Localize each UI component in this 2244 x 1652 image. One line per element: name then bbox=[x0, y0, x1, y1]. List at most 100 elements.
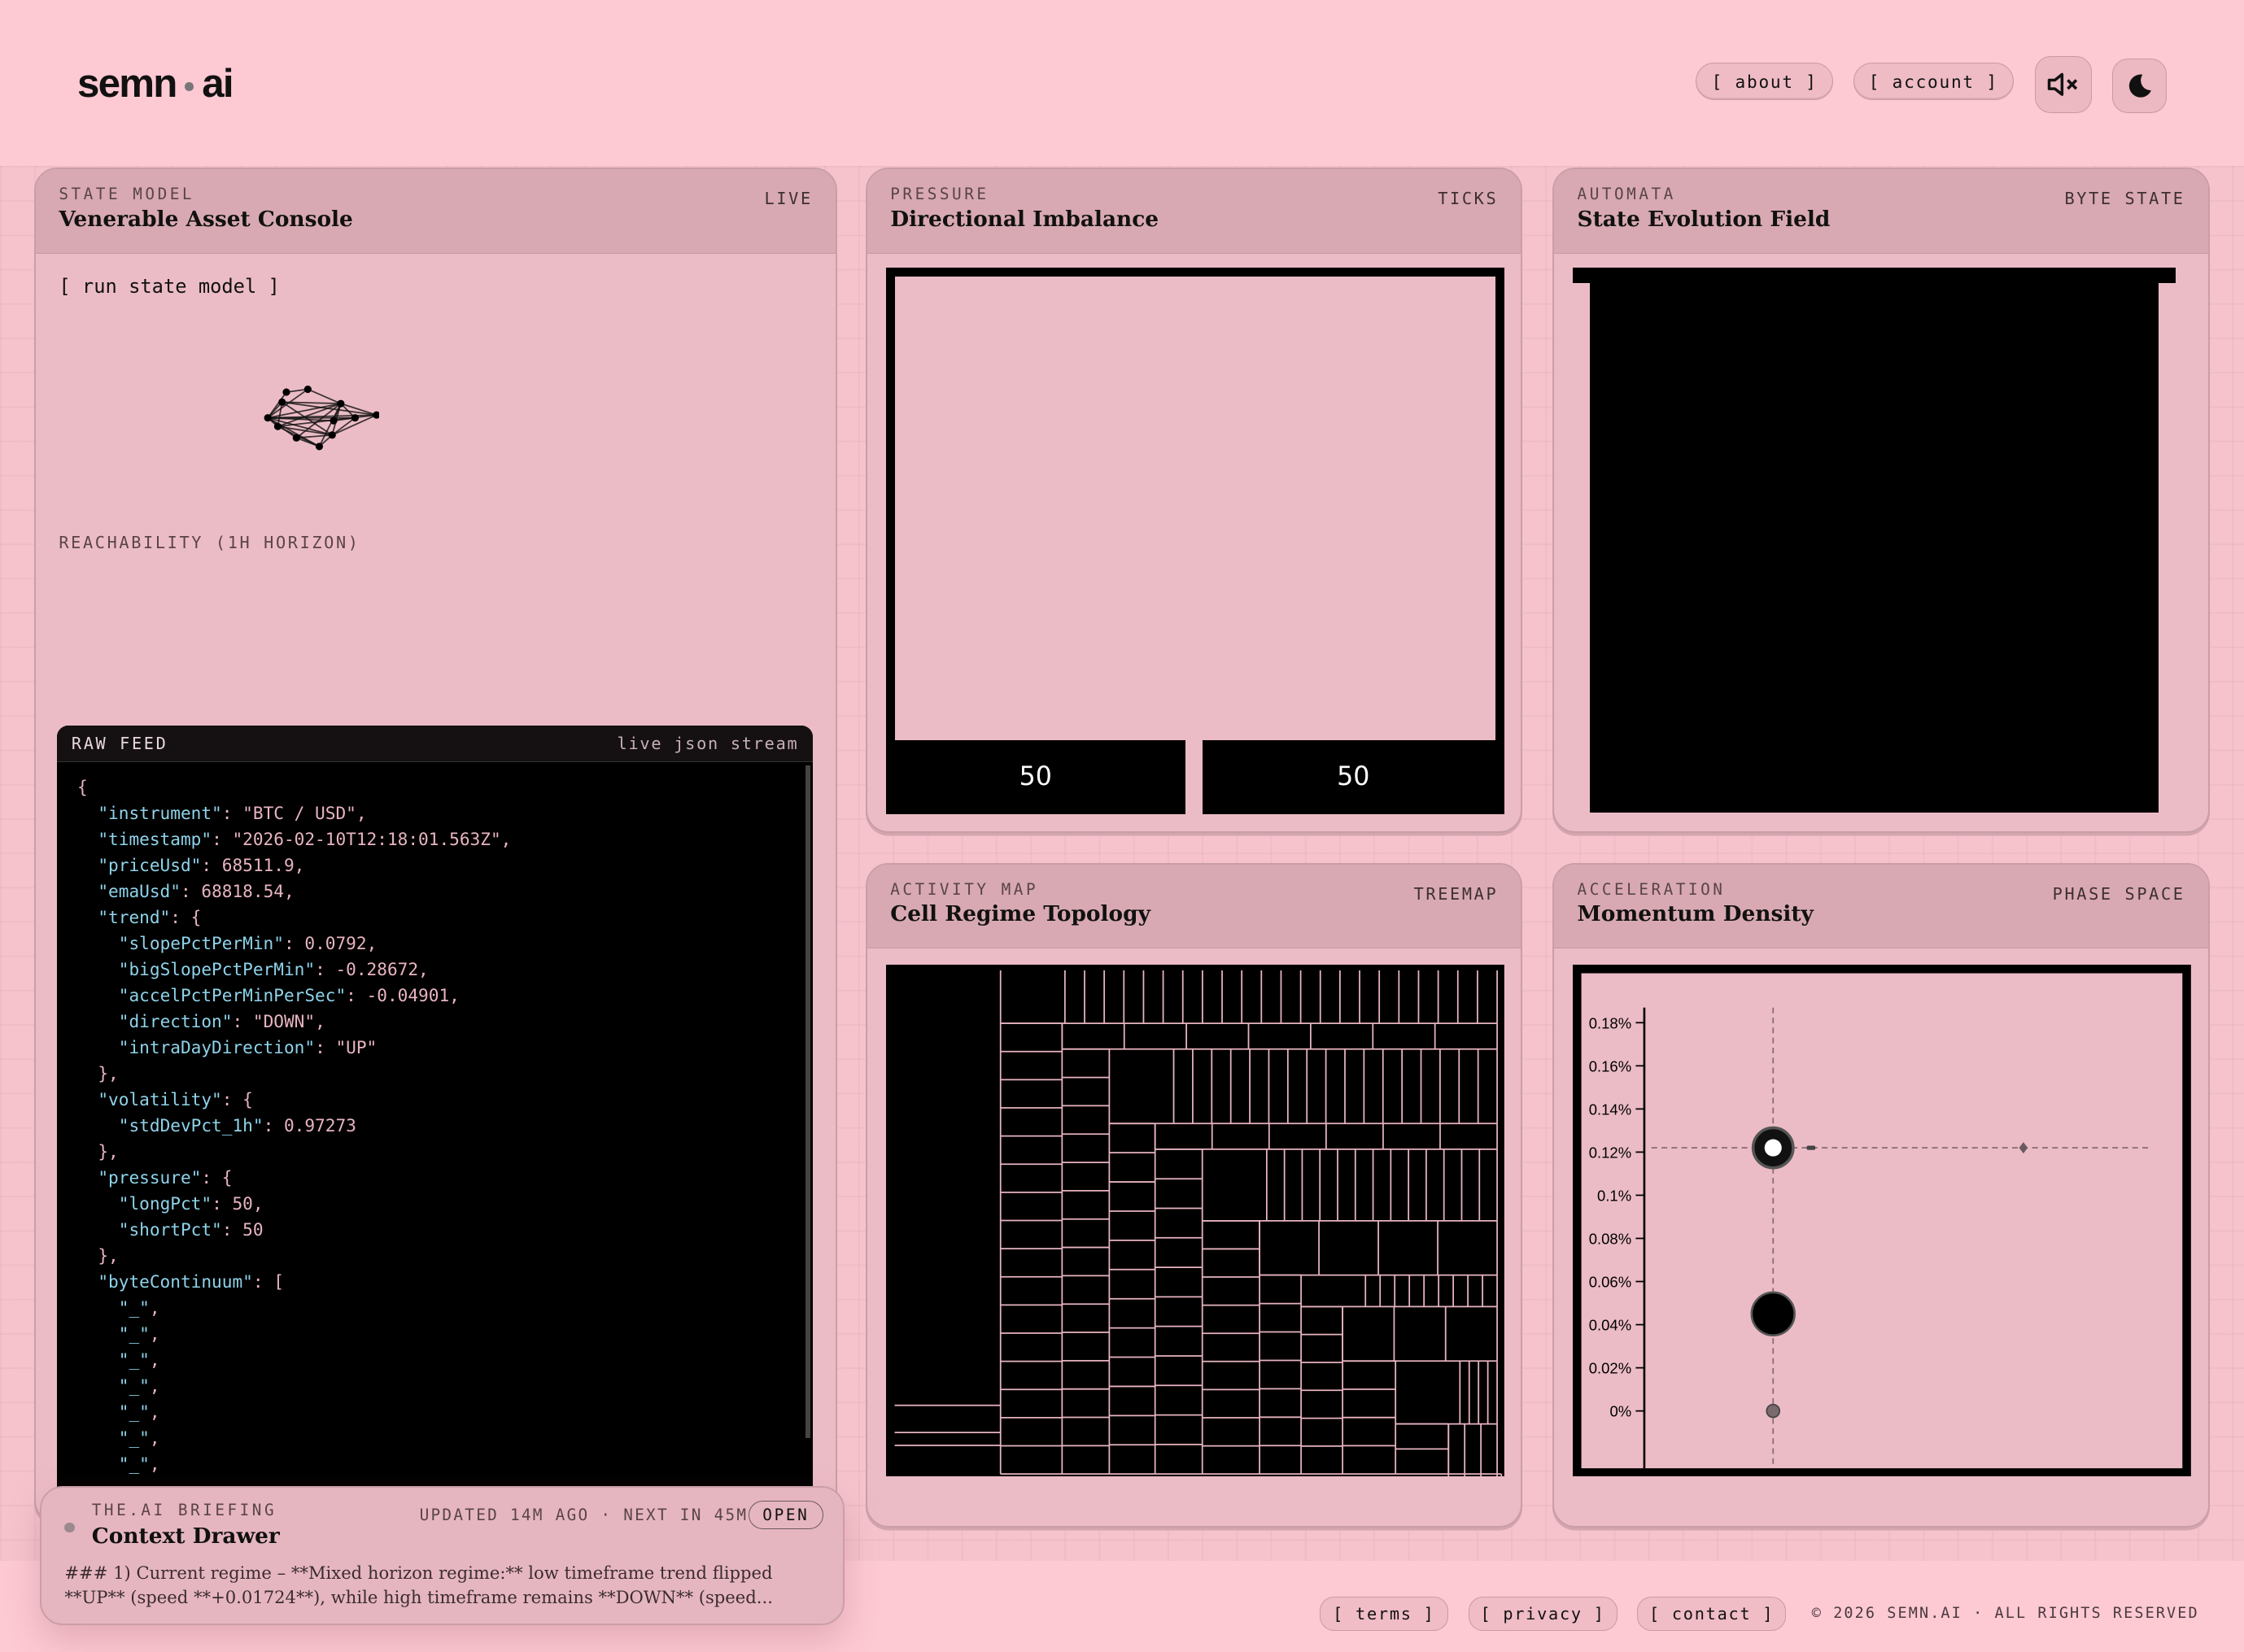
short-pct-value: 50 bbox=[1337, 762, 1370, 792]
feed-subtitle: live json stream bbox=[617, 734, 799, 754]
feed-scrollbar[interactable] bbox=[805, 765, 810, 1438]
json-key: }, bbox=[98, 1244, 119, 1266]
terms-link[interactable]: [ terms ] bbox=[1319, 1596, 1448, 1632]
json-key: }, bbox=[98, 1062, 119, 1083]
json-key: "_" bbox=[118, 1349, 150, 1370]
json-key: { bbox=[76, 776, 88, 797]
card-title: Momentum Density bbox=[1577, 901, 1814, 927]
automata-top-row bbox=[1573, 268, 2176, 284]
card-eyebrow: ACTIVITY MAP bbox=[890, 879, 1039, 899]
json-key: "volatility" bbox=[98, 1088, 222, 1109]
momentum-point-core bbox=[1764, 1139, 1783, 1157]
reachability-chart: 0%20%40%60%80%100%5% move1%10% move0%15%… bbox=[36, 569, 809, 684]
treemap bbox=[885, 964, 1504, 1477]
drawer-meta: UPDATED 14M AGO · NEXT IN 45M bbox=[419, 1505, 749, 1524]
json-key: "longPct" bbox=[118, 1192, 212, 1214]
open-drawer-button[interactable]: OPEN bbox=[749, 1501, 823, 1530]
context-drawer[interactable]: THE.AI BRIEFING Context Drawer UPDATED 1… bbox=[40, 1486, 845, 1626]
network-node bbox=[278, 398, 286, 407]
json-key: }, bbox=[98, 1140, 119, 1162]
network-node bbox=[273, 422, 282, 430]
chart-frame bbox=[1573, 964, 2192, 1477]
about-button[interactable]: [ about ] bbox=[1696, 63, 1834, 101]
y-tick-label: 0.08% bbox=[1589, 1230, 1631, 1247]
json-key: "_" bbox=[118, 1453, 150, 1474]
card-tag: BYTE STATE bbox=[2064, 189, 2185, 209]
reachability-label: REACHABILITY (1H HORIZON) bbox=[59, 532, 360, 552]
json-key: "instrument" bbox=[98, 802, 222, 823]
network-node bbox=[292, 434, 300, 442]
pressure-divider bbox=[1185, 739, 1203, 815]
network-node bbox=[330, 416, 338, 425]
momentum-point bbox=[1766, 1403, 1781, 1419]
account-button[interactable]: [ account ] bbox=[1853, 63, 2014, 101]
json-key: "_" bbox=[118, 1297, 150, 1318]
y-tick-label: 0.18% bbox=[1589, 1014, 1631, 1031]
json-key: "_" bbox=[118, 1427, 150, 1448]
json-stream: { "instrument": "BTC / USD", "timestamp"… bbox=[76, 776, 512, 1474]
json-key: "accelPctPerMinPerSec" bbox=[118, 984, 347, 1005]
app-root: semn ai [ about ] [ account ] STATE MODEL… bbox=[0, 0, 2244, 1652]
mute-button[interactable] bbox=[2035, 55, 2093, 113]
logo-text: semn bbox=[76, 60, 177, 106]
card-title: State Evolution Field bbox=[1577, 206, 1831, 232]
json-key: "stdDevPct_1h" bbox=[118, 1114, 264, 1135]
pressure-frame: 50 50 bbox=[885, 268, 1504, 815]
json-key: "_" bbox=[118, 1401, 150, 1422]
json-key: "_" bbox=[118, 1375, 150, 1396]
status-dot bbox=[64, 1522, 75, 1532]
network-node bbox=[337, 399, 345, 408]
y-tick-label: 0.04% bbox=[1589, 1316, 1631, 1333]
y-tick-label: 0% bbox=[1610, 1402, 1632, 1419]
network-node bbox=[303, 386, 312, 394]
network-edge bbox=[308, 388, 342, 405]
y-tick-label: 0.1% bbox=[1597, 1187, 1631, 1204]
json-key: "slopePctPerMin" bbox=[118, 932, 284, 953]
feed-title: RAW FEED bbox=[71, 734, 168, 754]
momentum-point bbox=[1750, 1291, 1797, 1336]
y-tick-label: 0.14% bbox=[1589, 1101, 1631, 1118]
privacy-link[interactable]: [ privacy ] bbox=[1468, 1596, 1618, 1632]
momentum-card: ACCELERATION Momentum Density PHASE SPACE … bbox=[1552, 862, 2210, 1528]
activity-card: ACTIVITY MAP Cell Regime Topology TREEMAP bbox=[866, 862, 1523, 1528]
json-key: "trend" bbox=[98, 906, 171, 927]
network-node bbox=[315, 442, 324, 451]
card-tag: TREEMAP bbox=[1413, 884, 1499, 904]
y-tick-label: 0.06% bbox=[1589, 1273, 1631, 1290]
y-tick-label: 0.16% bbox=[1589, 1057, 1631, 1074]
json-key: "shortPct" bbox=[118, 1218, 222, 1240]
logo-text-ai: ai bbox=[202, 60, 234, 106]
theme-toggle-button[interactable] bbox=[2112, 59, 2167, 113]
drawer-eyebrow: THE.AI BRIEFING bbox=[91, 1501, 277, 1520]
json-key: "pressure" bbox=[98, 1166, 202, 1188]
contact-link[interactable]: [ contact ] bbox=[1637, 1596, 1787, 1632]
card-title: Venerable Asset Console bbox=[59, 206, 353, 232]
moon-icon bbox=[2128, 74, 2151, 98]
card-eyebrow: STATE MODEL bbox=[59, 185, 195, 204]
json-key: "emaUsd" bbox=[98, 880, 181, 901]
card-eyebrow: PRESSURE bbox=[890, 185, 989, 204]
copyright: © 2026 SEMN.AI · ALL RIGHTS RESERVED bbox=[1811, 1605, 2199, 1623]
network-node bbox=[373, 411, 380, 419]
card-tag: PHASE SPACE bbox=[2052, 884, 2185, 904]
network-node bbox=[282, 388, 290, 396]
momentum-point bbox=[1806, 1145, 1816, 1150]
speaker-muted-icon bbox=[2047, 72, 2078, 96]
json-key: "bigSlopePctPerMin" bbox=[118, 958, 316, 979]
drawer-title: Context Drawer bbox=[91, 1523, 280, 1550]
automata-field bbox=[1590, 283, 2159, 813]
run-state-model-button[interactable]: [ run state model ] bbox=[59, 275, 280, 298]
json-key: "_" bbox=[118, 1323, 150, 1344]
card-title: Cell Regime Topology bbox=[890, 901, 1150, 927]
card-title: Directional Imbalance bbox=[890, 206, 1159, 232]
y-tick-label: 0.12% bbox=[1589, 1144, 1631, 1161]
json-key: "intraDayDirection" bbox=[118, 1036, 316, 1057]
briefing-text: ### 1) Current regime – **Mixed horizon … bbox=[64, 1563, 773, 1608]
json-key: "byteContinuum" bbox=[98, 1271, 253, 1292]
logo[interactable]: semn ai bbox=[76, 60, 234, 107]
phase-space-chart: 0% 0.02% 0.04% 0.06% 0.08% 0.1% 0.12% 0.14% 0.16… bbox=[1573, 964, 2192, 1477]
json-key: "priceUsd" bbox=[98, 854, 202, 875]
live-tag: LIVE bbox=[764, 189, 813, 209]
state-network-graph bbox=[264, 386, 380, 451]
json-key: "direction" bbox=[118, 1010, 233, 1031]
